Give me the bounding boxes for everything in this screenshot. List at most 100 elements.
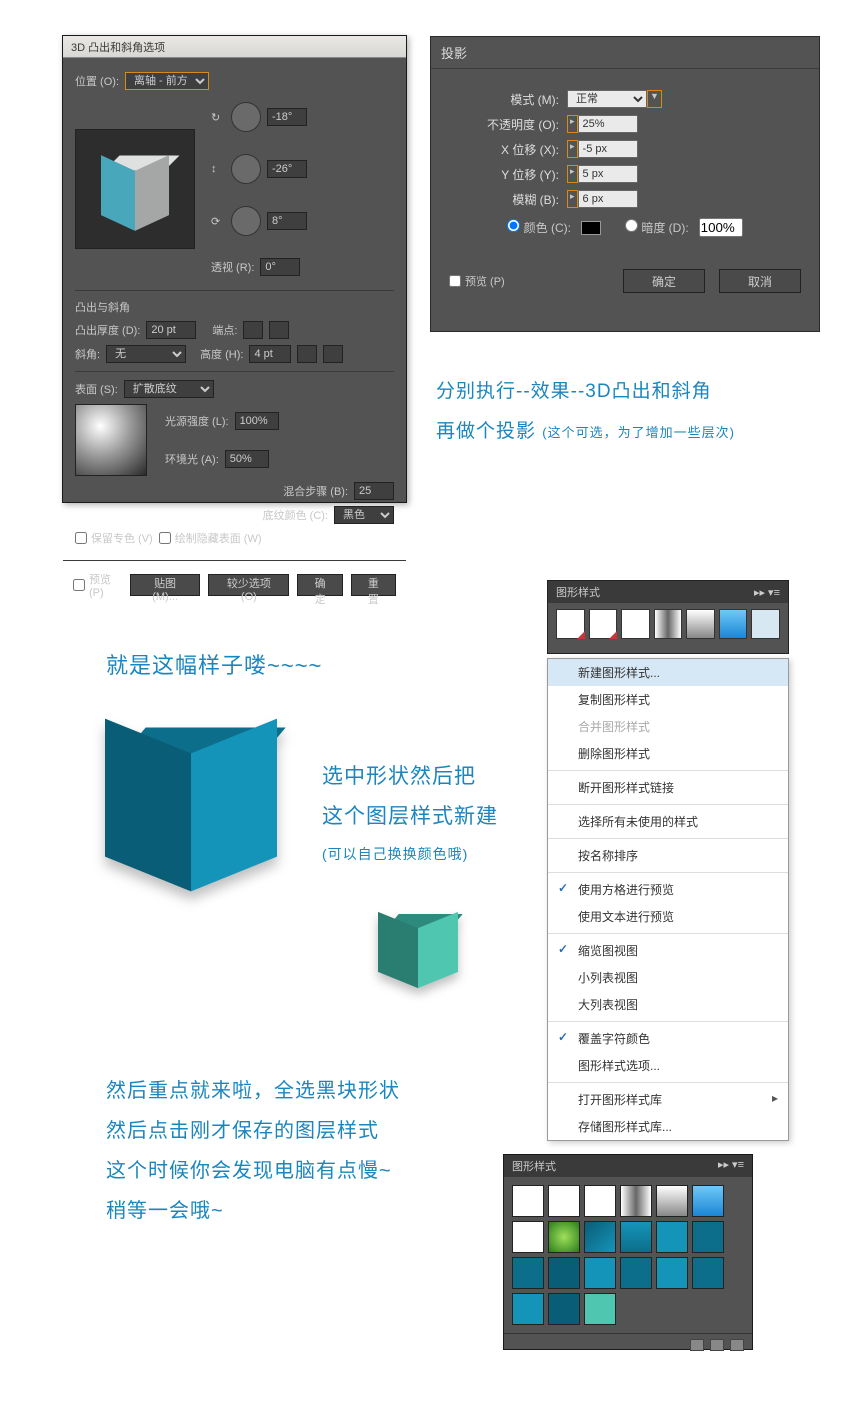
shadow-ok-button[interactable]: 确定 — [623, 269, 705, 293]
gs-swatch[interactable] — [584, 1221, 616, 1253]
mode-select[interactable]: 正常 — [567, 90, 647, 108]
ctx-item[interactable]: 缩览图视图 — [548, 937, 788, 964]
gs-swatch[interactable] — [654, 609, 683, 639]
new-style-icon[interactable] — [710, 1339, 724, 1351]
angle-z-input[interactable] — [267, 212, 307, 230]
dial-y[interactable] — [231, 154, 261, 184]
note-1: 分别执行--效果--3D凸出和斜角 — [436, 376, 712, 403]
gs-swatch[interactable] — [512, 1257, 544, 1289]
ctx-item[interactable]: 复制图形样式 — [548, 686, 788, 713]
opacity-input[interactable] — [578, 115, 638, 133]
ctx-item: 合并图形样式 — [548, 713, 788, 740]
note-5a: 然后重点就来啦，全选黑块形状 — [106, 1074, 400, 1103]
shadow-preview-checkbox[interactable]: 预览 (P) — [449, 269, 505, 293]
gs-swatch[interactable] — [692, 1257, 724, 1289]
ctx-item[interactable]: 图形样式选项... — [548, 1052, 788, 1079]
bevel-select[interactable]: 无 — [106, 345, 186, 363]
gs-swatch[interactable] — [548, 1257, 580, 1289]
gs-swatch[interactable] — [512, 1221, 544, 1253]
gs-swatch[interactable] — [548, 1221, 580, 1253]
cube-preview[interactable] — [75, 129, 195, 249]
draw-hidden-checkbox[interactable]: 绘制隐藏表面 (W) — [159, 530, 262, 546]
gs-swatch[interactable] — [548, 1185, 580, 1217]
panel-menu-icon[interactable]: ▸▸ ▾≡ — [718, 1158, 744, 1174]
x-offset-input[interactable] — [578, 140, 638, 158]
panel-menu-icon[interactable]: ▸▸ ▾≡ — [754, 586, 780, 599]
ctx-item[interactable]: 打开图形样式库 — [548, 1086, 788, 1113]
note-3: 就是这幅样子喽~~~~ — [106, 648, 322, 680]
ctx-item[interactable]: 新建图形样式... — [548, 659, 788, 686]
gs-swatch[interactable] — [584, 1185, 616, 1217]
gs-swatch[interactable] — [751, 609, 780, 639]
depth-input[interactable] — [146, 321, 196, 339]
gs-swatch[interactable] — [686, 609, 715, 639]
gs-swatch[interactable] — [620, 1185, 652, 1217]
dial-x[interactable] — [231, 102, 261, 132]
map-button[interactable]: 贴图 (M)... — [130, 574, 200, 596]
ctx-item[interactable]: 小列表视图 — [548, 964, 788, 991]
shadow-cancel-button[interactable]: 取消 — [719, 269, 801, 293]
gs-swatch[interactable] — [692, 1221, 724, 1253]
gs-strip-title: 图形样式 — [556, 584, 600, 600]
cap-on-button[interactable] — [243, 321, 263, 339]
blend-input[interactable] — [354, 482, 394, 500]
color-swatch[interactable] — [581, 221, 601, 235]
dark-radio[interactable]: 暗度 (D): — [625, 219, 689, 236]
gs-swatch[interactable] — [656, 1221, 688, 1253]
preserve-spot-checkbox[interactable]: 保留专色 (V) — [75, 530, 153, 546]
gs-swatch[interactable] — [656, 1257, 688, 1289]
shade-select[interactable]: 黑色 — [334, 506, 394, 524]
dial-z[interactable] — [231, 206, 261, 236]
height-input[interactable] — [249, 345, 291, 363]
sphere-preview[interactable] — [75, 404, 147, 476]
position-select[interactable]: 离轴 - 前方 — [125, 72, 209, 90]
light-input[interactable] — [235, 412, 279, 430]
ctx-item[interactable]: 断开图形样式链接 — [548, 774, 788, 801]
gs-swatch[interactable] — [719, 609, 748, 639]
dropdown-icon[interactable]: ▼ — [647, 90, 662, 108]
less-options-button[interactable]: 较少选项 (O) — [208, 574, 289, 596]
ctx-item[interactable]: 覆盖字符颜色 — [548, 1025, 788, 1052]
ambient-input[interactable] — [225, 450, 269, 468]
color-radio[interactable]: 颜色 (C): — [507, 219, 571, 236]
break-link-icon[interactable] — [690, 1339, 704, 1351]
gs-swatch[interactable] — [584, 1257, 616, 1289]
cube-large-illustration — [105, 718, 285, 898]
surface-label: 表面 (S): — [75, 381, 118, 397]
gs-swatch[interactable] — [584, 1293, 616, 1325]
ok-button[interactable]: 确定 — [297, 574, 342, 596]
gs-swatch[interactable] — [512, 1293, 544, 1325]
gs-swatch[interactable] — [621, 609, 650, 639]
note-4c: (可以自己换换颜色哦) — [322, 844, 468, 864]
gs-swatch[interactable] — [512, 1185, 544, 1217]
ctx-item[interactable]: 使用文本进行预览 — [548, 903, 788, 930]
reset-button[interactable]: 重置 — [351, 574, 396, 596]
delete-icon[interactable] — [730, 1339, 744, 1351]
ctx-item[interactable]: 删除图形样式 — [548, 740, 788, 767]
gs-swatch[interactable] — [620, 1221, 652, 1253]
perspective-label: 透视 (R): — [211, 259, 254, 275]
cap-off-button[interactable] — [269, 321, 289, 339]
angle-x-input[interactable] — [267, 108, 307, 126]
shadow-title: 投影 — [431, 37, 819, 69]
gs-swatch[interactable] — [656, 1185, 688, 1217]
bevel-btn-b[interactable] — [323, 345, 343, 363]
y-offset-input[interactable] — [578, 165, 638, 183]
surface-select[interactable]: 扩散底纹 — [124, 380, 214, 398]
ctx-item[interactable]: 大列表视图 — [548, 991, 788, 1018]
dark-input[interactable] — [699, 218, 743, 237]
preview-checkbox[interactable]: 预览 (P) — [73, 571, 122, 599]
ctx-item[interactable]: 使用方格进行预览 — [548, 876, 788, 903]
gs-swatch[interactable] — [556, 609, 585, 639]
gs-swatch[interactable] — [548, 1293, 580, 1325]
angle-y-input[interactable] — [267, 160, 307, 178]
ctx-item[interactable]: 按名称排序 — [548, 842, 788, 869]
gs-swatch[interactable] — [589, 609, 618, 639]
blur-input[interactable] — [578, 190, 638, 208]
perspective-input[interactable] — [260, 258, 300, 276]
ctx-item[interactable]: 选择所有未使用的样式 — [548, 808, 788, 835]
gs-swatch[interactable] — [692, 1185, 724, 1217]
bevel-btn-a[interactable] — [297, 345, 317, 363]
gs-swatch[interactable] — [620, 1257, 652, 1289]
ctx-item[interactable]: 存储图形样式库... — [548, 1113, 788, 1140]
